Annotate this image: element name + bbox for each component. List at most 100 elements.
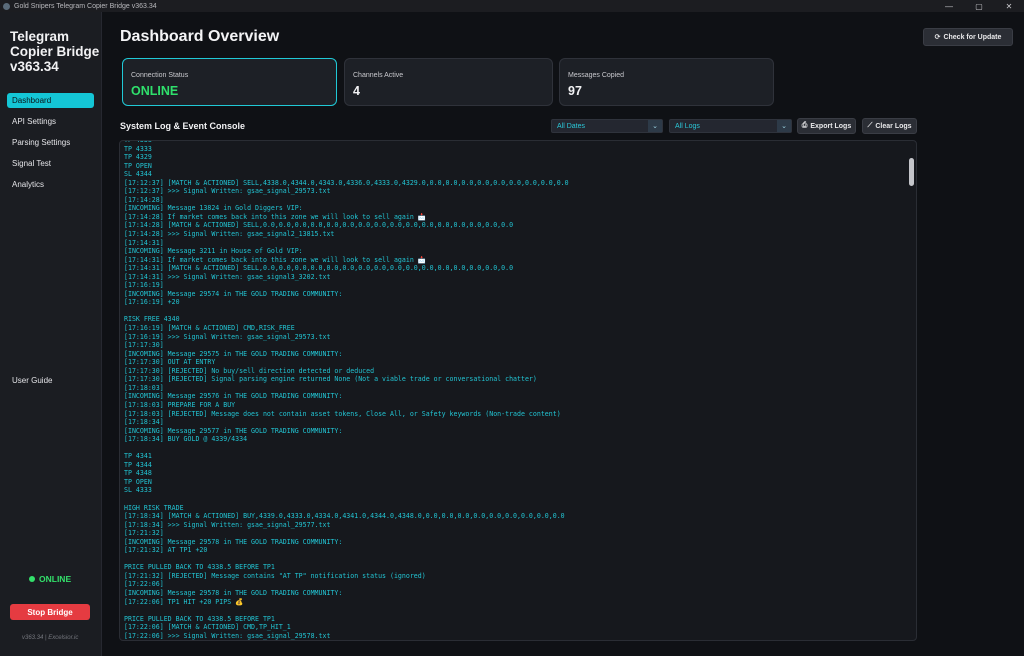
chevron-down-icon: ⌄: [648, 120, 662, 132]
console-scrollbar[interactable]: [909, 158, 914, 186]
log-filter-select[interactable]: All Logs ⌄: [669, 119, 792, 133]
maximize-icon[interactable]: ▢: [964, 0, 994, 12]
window-titlebar: Gold Snipers Telegram Copier Bridge v363…: [0, 0, 1024, 12]
window-title: Gold Snipers Telegram Copier Bridge v363…: [14, 2, 157, 10]
log-line: [17:18:03] [REJECTED] Message does not c…: [124, 409, 561, 418]
page-title: Dashboard Overview: [120, 28, 280, 45]
log-line: [17:18:34] [MATCH & ACTIONED] BUY,4339.0…: [124, 512, 565, 521]
log-line: [17:12:37] [MATCH & ACTIONED] SELL,4338.…: [124, 178, 569, 187]
log-line: SL 4344: [124, 170, 152, 179]
export-icon: ⎙: [801, 122, 808, 129]
log-line: [17:18:03]: [124, 383, 164, 392]
log-line: TP 4341: [124, 452, 152, 461]
log-line: [17:14:31]: [124, 238, 164, 247]
log-line: [17:22:06] TP1 HIT +20 PIPS 💰: [124, 597, 244, 606]
log-line: [17:18:34] >>> Signal Written: gsae_sign…: [124, 520, 331, 529]
sidebar-item-parsing-settings[interactable]: Parsing Settings: [7, 135, 94, 150]
log-line: [INCOMING] Message 29575 in THE GOLD TRA…: [124, 349, 343, 358]
log-line: HIGH RISK TRADE: [124, 503, 184, 512]
log-line: [INCOMING] Message 29576 in THE GOLD TRA…: [124, 392, 343, 401]
log-filter-value: All Logs: [675, 122, 700, 130]
log-line: [17:22:06] [MATCH & ACTIONED] CMD,TP_HIT…: [124, 623, 291, 632]
date-filter-select[interactable]: All Dates ⌄: [551, 119, 663, 133]
log-line: TP OPEN: [124, 161, 152, 170]
console-title: System Log & Event Console: [120, 121, 246, 131]
log-line: [INCOMING] Message 29578 in THE GOLD TRA…: [124, 588, 343, 597]
broom-icon: ⟋: [867, 122, 873, 129]
log-line: [17:21:32] AT TP1 +20: [124, 546, 208, 555]
log-line: [17:17:30] OUT AT ENTRY: [124, 358, 216, 367]
log-line: TP 4348: [124, 469, 152, 478]
log-line: [17:21:32] [REJECTED] Message contains "…: [124, 571, 426, 580]
close-icon[interactable]: ✕: [994, 0, 1024, 12]
log-line: TP 4333: [124, 144, 152, 153]
log-line: [17:18:03] PREPARE FOR A BUY: [124, 400, 236, 409]
log-line: [17:21:32]: [124, 529, 164, 538]
log-line: [17:17:30]: [124, 341, 164, 350]
check-update-button[interactable]: ⟳ Check for Update: [923, 28, 1013, 46]
log-line: [17:14:28] If market comes back into thi…: [124, 212, 426, 221]
log-line: RISK FREE 4340: [124, 315, 180, 324]
clear-logs-label: Clear Logs: [875, 122, 912, 130]
bridge-status-text: ONLINE: [39, 574, 72, 584]
log-line: [17:16:19] +20: [124, 298, 180, 307]
channels-active-card: Channels Active 4: [344, 58, 553, 106]
sidebar-item-dashboard[interactable]: Dashboard: [7, 93, 94, 108]
sidebar-item-analytics[interactable]: Analytics: [7, 177, 94, 192]
window-controls: — ▢ ✕: [934, 0, 1024, 12]
card-label: Channels Active: [353, 72, 404, 79]
sidebar: Telegram Copier Bridge v363.34 Dashboard…: [0, 12, 102, 656]
log-line: TP 4344: [124, 460, 152, 469]
sidebar-item-signal-test[interactable]: Signal Test: [7, 156, 94, 171]
log-line: [17:14:31] If market comes back into thi…: [124, 255, 426, 264]
card-value: ONLINE: [131, 84, 179, 98]
clear-logs-button[interactable]: ⟋ Clear Logs: [862, 118, 917, 134]
log-line: [INCOMING] Message 29577 in THE GOLD TRA…: [124, 426, 343, 435]
log-line: [17:17:30] [REJECTED] Signal parsing eng…: [124, 375, 537, 384]
chevron-down-icon: ⌄: [777, 120, 791, 132]
log-line: [INCOMING] Message 29578 in THE GOLD TRA…: [124, 537, 343, 546]
card-label: Messages Copied: [568, 72, 625, 79]
sidebar-item-api-settings[interactable]: API Settings: [7, 114, 94, 129]
log-line: [17:18:34]: [124, 418, 164, 427]
log-line: [17:18:34] BUY GOLD @ 4339/4334: [124, 435, 248, 444]
log-line: [17:22:06] >>> Signal Written: gsae_sign…: [124, 631, 331, 640]
log-line: [17:14:28] >>> Signal Written: gsae_sign…: [124, 230, 335, 239]
app-icon: [3, 2, 10, 10]
log-line: [17:14:28] [MATCH & ACTIONED] SELL,0.0,0…: [124, 221, 514, 230]
date-filter-value: All Dates: [557, 122, 586, 130]
log-line: [17:12:37] >>> Signal Written: gsae_sign…: [124, 187, 331, 196]
log-line: [INCOMING] Message 3211 in House of Gold…: [124, 247, 303, 256]
minimize-icon[interactable]: —: [934, 0, 964, 12]
log-lines: TP 4338 TP 4333 TP 4329 TP OPEN SL 4344 [17:1…: [124, 141, 902, 640]
log-line: [17:14:28]: [124, 195, 164, 204]
log-line: [INCOMING] Message 29574 in THE GOLD TRA…: [124, 289, 343, 298]
log-line: [17:14:31] >>> Signal Written: gsae_sign…: [124, 272, 331, 281]
stop-bridge-button[interactable]: Stop Bridge: [10, 604, 90, 620]
log-line: [INCOMING] Message 13824 in Gold Diggers…: [124, 204, 303, 213]
status-dot-icon: [29, 576, 35, 582]
log-line: [17:16:19]: [124, 281, 164, 290]
sidebar-item-user-guide[interactable]: User Guide: [12, 376, 52, 385]
log-line: TP 4329: [124, 153, 152, 162]
log-console[interactable]: TP 4338 TP 4333 TP 4329 TP OPEN SL 4344 [17:1…: [119, 140, 917, 641]
check-update-label: Check for Update: [943, 33, 1002, 41]
log-line: TP OPEN: [124, 477, 152, 486]
sidebar-nav: Dashboard API Settings Parsing Settings …: [7, 93, 94, 198]
bridge-status-indicator: ONLINE: [29, 574, 71, 584]
log-line: PRICE PULLED BACK TO 4338.5 BEFORE TP1: [124, 563, 275, 572]
export-logs-label: Export Logs: [810, 122, 852, 130]
card-value: 97: [568, 84, 582, 98]
version-footer: v363.34 | Excelsior.ic: [22, 635, 79, 641]
refresh-icon: ⟳: [934, 34, 941, 41]
log-line: PRICE PULLED BACK TO 4338.5 BEFORE TP1: [124, 614, 275, 623]
log-line: [17:22:06]: [124, 580, 164, 589]
card-label: Connection Status: [131, 72, 189, 79]
export-logs-button[interactable]: ⎙ Export Logs: [797, 118, 856, 134]
log-line: SL 4333: [124, 486, 152, 495]
connection-status-card: Connection Status ONLINE: [122, 58, 337, 106]
